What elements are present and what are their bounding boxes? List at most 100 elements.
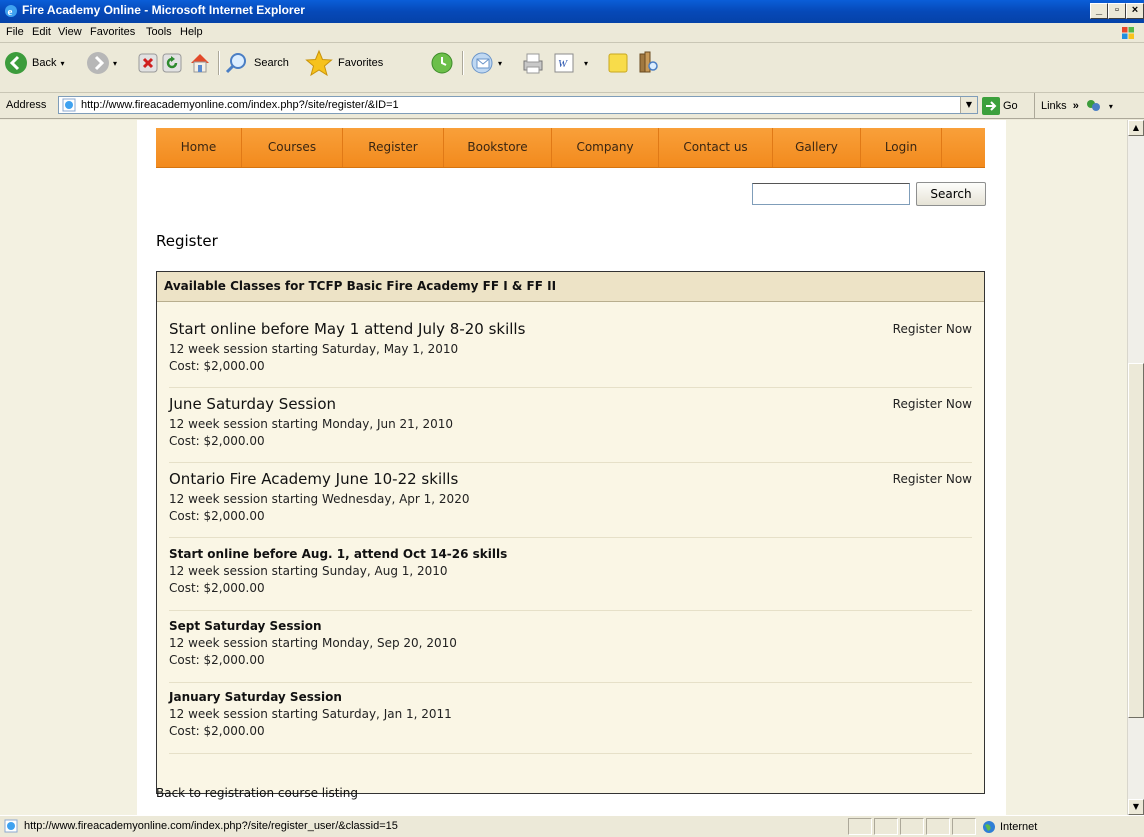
nav-login[interactable]: Login (861, 128, 942, 167)
page-icon (4, 819, 18, 833)
classes-panel: Available Classes for TCFP Basic Fire Ac… (156, 271, 985, 794)
menu-help[interactable]: Help (180, 26, 203, 38)
page-title: Register (156, 232, 218, 250)
nav-courses[interactable]: Courses (242, 128, 343, 167)
class-row: Ontario Fire Academy June 10-22 skills 1… (169, 470, 972, 538)
chevron-down-icon: ▾ (1108, 101, 1113, 111)
close-button[interactable]: × (1126, 3, 1144, 19)
star-icon (305, 49, 333, 77)
toolbar-separator (218, 51, 220, 75)
status-bar: http://www.fireacademyonline.com/index.p… (0, 815, 1144, 837)
page-column: Home Courses Register Bookstore Company … (137, 120, 1006, 815)
menu-bar: File Edit View Favorites Tools Help (0, 23, 1144, 43)
stop-button[interactable] (138, 49, 158, 77)
favorites-toolbar-button[interactable]: Favorites (304, 49, 383, 77)
search-button[interactable]: Search (916, 182, 986, 206)
search-input[interactable] (752, 183, 910, 205)
class-cost: Cost: $2,000.00 (169, 509, 265, 523)
class-title: January Saturday Session (169, 690, 342, 704)
research-button[interactable] (636, 49, 660, 77)
window-title-bar[interactable]: e Fire Academy Online - Microsoft Intern… (0, 0, 1144, 23)
scroll-thumb[interactable] (1128, 363, 1144, 718)
class-cost: Cost: $2,000.00 (169, 653, 265, 667)
class-session: 12 week session starting Saturday, May 1… (169, 342, 459, 356)
go-arrow-icon (982, 97, 1000, 115)
go-button[interactable]: Go (982, 97, 1018, 115)
discuss-button[interactable] (606, 49, 630, 77)
history-icon (431, 52, 453, 74)
class-row: Sept Saturday Session 12 week session st… (169, 619, 972, 683)
class-session: 12 week session starting Monday, Sep 20,… (169, 636, 457, 650)
scroll-down-button[interactable]: ▼ (1128, 799, 1144, 815)
class-row: Start online before May 1 attend July 8-… (169, 320, 972, 388)
address-dropdown-button[interactable]: ▼ (960, 97, 977, 113)
maximize-button[interactable]: ▫ (1108, 3, 1126, 19)
security-zone: Internet (982, 820, 1037, 834)
menu-favorites[interactable]: Favorites (90, 26, 135, 38)
register-now-link[interactable]: Register Now (893, 472, 972, 486)
search-toolbar-button[interactable]: Search (224, 49, 289, 77)
minimize-button[interactable]: _ (1090, 3, 1108, 19)
links-toolbar[interactable]: Links » ▾ (1034, 93, 1113, 119)
print-button[interactable] (520, 49, 546, 77)
register-now-link[interactable]: Register Now (893, 397, 972, 411)
chevron-down-icon: ▾ (498, 58, 503, 68)
address-input[interactable]: http://www.fireacademyonline.com/index.p… (58, 96, 978, 114)
favorites-toolbar-label: Favorites (338, 57, 384, 69)
mail-button[interactable]: ▾ (470, 49, 502, 77)
nav-home[interactable]: Home (156, 128, 242, 167)
chevron-down-icon: ▾ (113, 58, 118, 68)
class-session: 12 week session starting Monday, Jun 21,… (169, 417, 453, 431)
forward-button[interactable]: ▾ (86, 49, 117, 77)
address-label: Address (6, 99, 47, 111)
toolbar-separator (462, 51, 464, 75)
scroll-up-button[interactable]: ▲ (1128, 120, 1144, 136)
register-now-link[interactable]: Register Now (893, 322, 972, 336)
zone-label: Internet (1000, 821, 1038, 833)
back-to-listing-link[interactable]: Back to registration course listing (156, 786, 358, 800)
go-label: Go (1003, 100, 1018, 112)
history-button[interactable] (430, 49, 454, 77)
class-session: 12 week session starting Sunday, Aug 1, … (169, 564, 448, 578)
status-panel (848, 818, 872, 835)
nav-gallery[interactable]: Gallery (773, 128, 861, 167)
window-title: Fire Academy Online - Microsoft Internet… (22, 3, 305, 17)
class-title: Start online before May 1 attend July 8-… (169, 320, 526, 338)
panel-title: Available Classes for TCFP Basic Fire Ac… (164, 279, 557, 293)
menu-edit[interactable]: Edit (32, 26, 51, 38)
svg-text:W: W (558, 58, 568, 70)
word-document-icon: W (554, 53, 574, 73)
refresh-button[interactable] (162, 49, 182, 77)
nav-company[interactable]: Company (552, 128, 659, 167)
nav-register[interactable]: Register (343, 128, 444, 167)
menu-view[interactable]: View (58, 26, 82, 38)
research-icon (639, 51, 658, 73)
home-button[interactable] (188, 49, 212, 77)
links-label: Links (1041, 100, 1067, 112)
web-content: Home Courses Register Bookstore Company … (0, 120, 1127, 815)
globe-icon (983, 821, 995, 833)
class-title: Sept Saturday Session (169, 619, 322, 633)
back-button[interactable]: Back ▾ (4, 49, 64, 77)
nav-contact-us[interactable]: Contact us (659, 128, 773, 167)
class-cost: Cost: $2,000.00 (169, 359, 265, 373)
menu-tools[interactable]: Tools (146, 26, 172, 38)
class-session: 12 week session starting Wednesday, Apr … (169, 492, 470, 506)
chevron-right-icon: » (1072, 100, 1079, 112)
status-panel (926, 818, 950, 835)
panel-header: Available Classes for TCFP Basic Fire Ac… (157, 272, 984, 302)
chevron-down-icon: ▾ (584, 58, 589, 68)
status-text: http://www.fireacademyonline.com/index.p… (24, 820, 398, 832)
nav-bookstore[interactable]: Bookstore (444, 128, 552, 167)
toolbar: Back ▾ ▾ Search Favorites ▾ W ▾ (0, 43, 1144, 93)
menu-file[interactable]: File (6, 26, 24, 38)
vertical-scrollbar[interactable]: ▲ ▼ (1127, 120, 1144, 815)
refresh-icon (162, 53, 182, 73)
magnifier-icon (225, 53, 246, 74)
edit-button[interactable]: W ▾ (552, 49, 588, 77)
chevron-down-icon: ▾ (60, 58, 65, 68)
stop-icon (138, 53, 158, 73)
class-row: January Saturday Session 12 week session… (169, 690, 972, 754)
page-icon (62, 98, 76, 112)
internet-explorer-icon: e (5, 5, 17, 18)
